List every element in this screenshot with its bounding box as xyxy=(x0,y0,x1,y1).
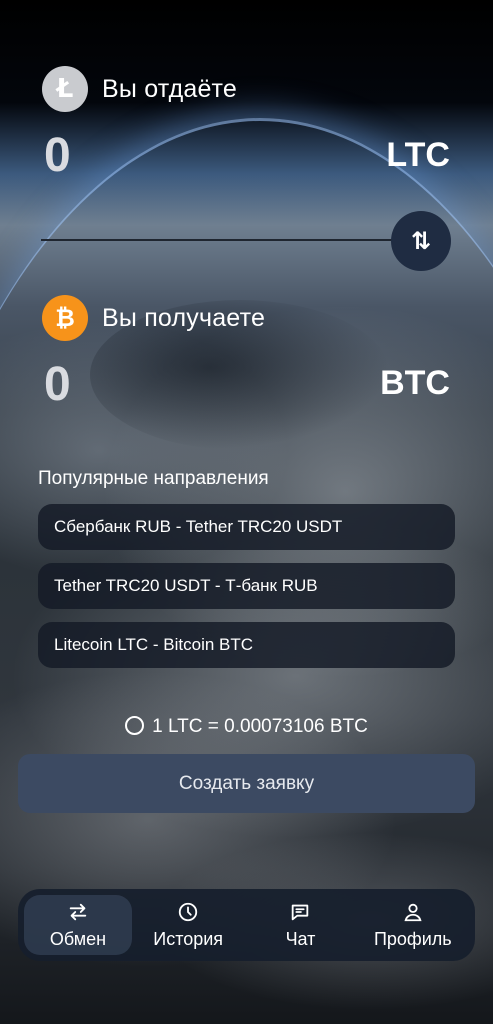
litecoin-icon: Ł xyxy=(42,66,88,112)
tab-profile[interactable]: Профиль xyxy=(357,895,469,955)
clock-icon xyxy=(178,902,198,921)
receive-currency-ticker[interactable]: BTC xyxy=(380,364,450,403)
tab-label: Чат xyxy=(285,928,316,949)
receive-currency-row[interactable]: ₿ Вы получаете xyxy=(42,295,265,341)
popular-route-item[interactable]: Litecoin LTC - Bitcoin BTC xyxy=(38,622,455,668)
popular-routes-title: Популярные направления xyxy=(38,468,269,489)
exchange-icon xyxy=(69,903,87,920)
tab-history[interactable]: История xyxy=(132,895,244,955)
exchange-rate: 1 LTC = 0.00073106 BTC xyxy=(0,716,493,738)
tab-label: История xyxy=(153,928,224,949)
send-amount-input[interactable]: 0 xyxy=(44,128,71,183)
tab-exchange[interactable]: Обмен xyxy=(24,895,132,955)
popular-route-item[interactable]: Tether TRC20 USDT - Т-банк RUB xyxy=(38,563,455,609)
swap-arrows-icon: ⇅ xyxy=(410,227,432,255)
exchange-rate-text: 1 LTC = 0.00073106 BTC xyxy=(152,716,368,737)
send-currency-row[interactable]: Ł Вы отдаёте xyxy=(42,66,237,112)
swap-button[interactable]: ⇅ xyxy=(391,211,451,271)
tab-label: Обмен xyxy=(49,928,107,949)
create-order-button[interactable]: Создать заявку xyxy=(18,754,475,813)
send-currency-ticker[interactable]: LTC xyxy=(386,136,450,175)
tab-chat[interactable]: Чат xyxy=(244,895,356,955)
tab-label: Профиль xyxy=(373,928,452,949)
send-label: Вы отдаёте xyxy=(102,74,238,103)
receive-label: Вы получаете xyxy=(102,303,266,332)
bitcoin-icon: ₿ xyxy=(42,295,88,341)
bottom-tab-bar: Обмен История Чат Профиль xyxy=(18,889,475,961)
popular-route-item[interactable]: Сбербанк RUB - Tether TRC20 USDT xyxy=(38,504,455,550)
rate-refresh-icon xyxy=(125,716,145,735)
divider xyxy=(41,239,399,241)
user-icon xyxy=(404,903,422,921)
chat-icon xyxy=(292,904,309,920)
receive-amount-field[interactable]: 0 xyxy=(44,357,71,412)
